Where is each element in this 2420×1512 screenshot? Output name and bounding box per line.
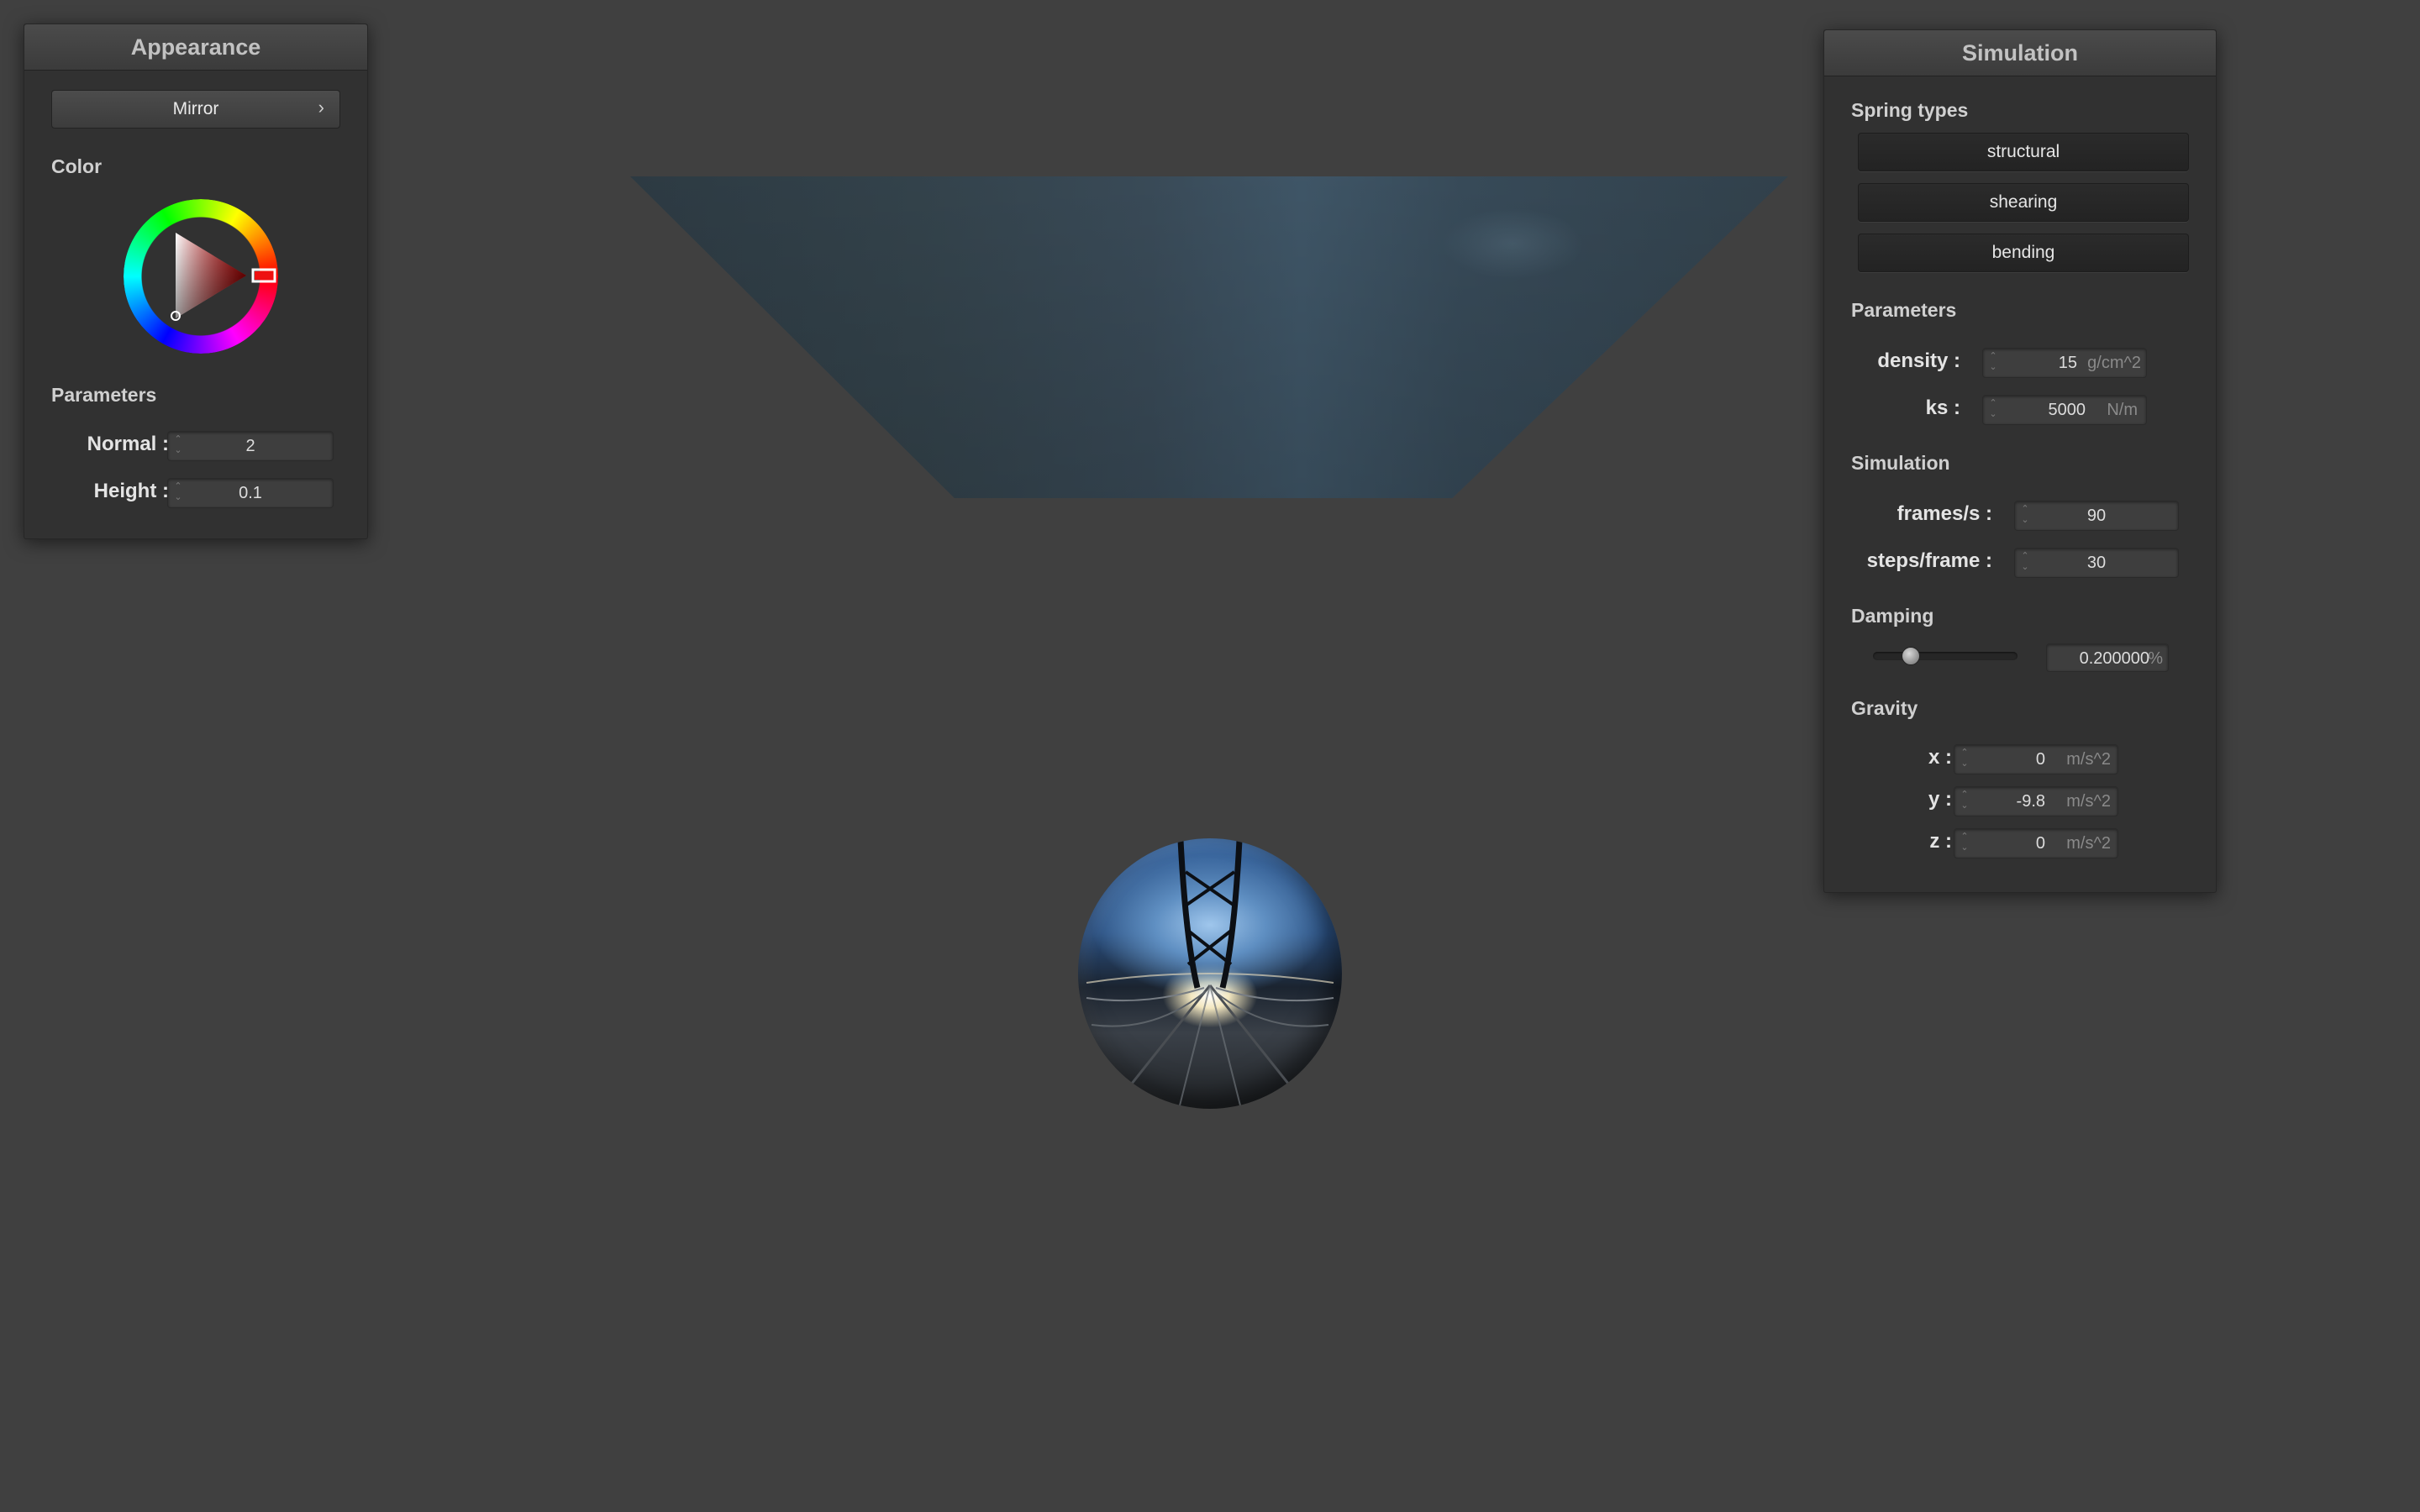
spin-arrows-icon[interactable]: ⌃ ⌄ (1988, 351, 1998, 373)
gravity-x-value: 0 (2035, 750, 2045, 769)
ks-spinbox[interactable]: ⌃ ⌄ 5000 N/m (1982, 395, 2147, 425)
shearing-button[interactable]: shearing (1858, 183, 2189, 222)
appearance-panel: Appearance Mirror › Color Parameters Nor… (24, 24, 368, 539)
spring-types-title: Spring types (1851, 99, 1969, 121)
gravity-z-unit: m/s^2 (2066, 834, 2111, 853)
height-spinbox[interactable]: ⌃ ⌄ 0.1 (167, 478, 334, 508)
appearance-panel-title: Appearance (24, 24, 367, 71)
gravity-z-spinbox[interactable]: ⌃ ⌄ 0 m/s^2 (1954, 828, 2118, 858)
simulation-panel: Simulation Spring types structural shear… (1823, 29, 2217, 893)
material-button-label: Mirror (172, 99, 219, 118)
chevron-right-icon: › (318, 97, 324, 118)
gravity-title: Gravity (1851, 697, 1918, 719)
normal-spinbox[interactable]: ⌃ ⌄ 2 (167, 431, 334, 461)
mirror-sphere (1078, 838, 1342, 1109)
cloth-mesh (630, 176, 1788, 498)
normal-value: 2 (245, 437, 255, 455)
damping-slider-track[interactable] (1873, 652, 2018, 660)
simulation-section-title: Simulation (1851, 452, 1950, 474)
spin-arrows-icon[interactable]: ⌃ ⌄ (1960, 790, 1970, 811)
spin-arrows-icon[interactable]: ⌃ ⌄ (1960, 832, 1970, 853)
damping-slider-knob[interactable] (1902, 647, 1921, 665)
density-value: 15 (2058, 354, 2077, 372)
material-popup-button[interactable]: Mirror › (51, 90, 340, 129)
gravity-y-label: y : (1928, 788, 1952, 811)
steps-label: steps/frame : (1866, 549, 1992, 572)
simulation-parameters-title: Parameters (1851, 299, 1957, 321)
damping-value: 0.200000 (2079, 649, 2149, 668)
color-section-title: Color (51, 155, 103, 177)
gravity-y-value: -9.8 (2016, 792, 2045, 811)
fps-value: 90 (2086, 507, 2107, 525)
steps-value: 30 (2086, 554, 2107, 572)
density-unit: g/cm^2 (2087, 354, 2141, 372)
gravity-y-spinbox[interactable]: ⌃ ⌄ -9.8 m/s^2 (1954, 786, 2118, 816)
damping-field[interactable]: 0.200000 % (2046, 643, 2169, 672)
appearance-parameters-title: Parameters (51, 384, 157, 406)
density-label: density : (1877, 349, 1960, 372)
gravity-x-spinbox[interactable]: ⌃ ⌄ 0 m/s^2 (1954, 744, 2118, 774)
gravity-z-value: 0 (2035, 834, 2045, 853)
gravity-x-unit: m/s^2 (2066, 750, 2111, 769)
simulation-panel-title: Simulation (1824, 30, 2216, 76)
ks-label: ks : (1925, 396, 1960, 419)
damping-title: Damping (1851, 605, 1934, 627)
fps-spinbox[interactable]: ⌃ ⌄ 90 (2014, 501, 2179, 531)
gravity-y-unit: m/s^2 (2066, 792, 2111, 811)
gravity-z-label: z : (1929, 830, 1952, 853)
ks-unit: N/m (2107, 401, 2138, 419)
damping-unit: % (2148, 649, 2163, 668)
height-value: 0.1 (239, 484, 262, 502)
bending-button[interactable]: bending (1858, 234, 2189, 272)
color-wheel[interactable] (124, 199, 278, 354)
fps-label: frames/s : (1897, 502, 1992, 525)
density-spinbox[interactable]: ⌃ ⌄ 15 g/cm^2 (1982, 348, 2147, 378)
gravity-x-label: x : (1928, 746, 1952, 769)
steps-spinbox[interactable]: ⌃ ⌄ 30 (2014, 548, 2179, 578)
normal-label: Normal : (87, 433, 169, 455)
spin-arrows-icon[interactable]: ⌃ ⌄ (1988, 398, 1998, 420)
spin-arrows-icon[interactable]: ⌃ ⌄ (1960, 748, 1970, 769)
height-label: Height : (93, 480, 169, 502)
ks-value: 5000 (2048, 401, 2086, 419)
structural-button[interactable]: structural (1858, 133, 2189, 171)
